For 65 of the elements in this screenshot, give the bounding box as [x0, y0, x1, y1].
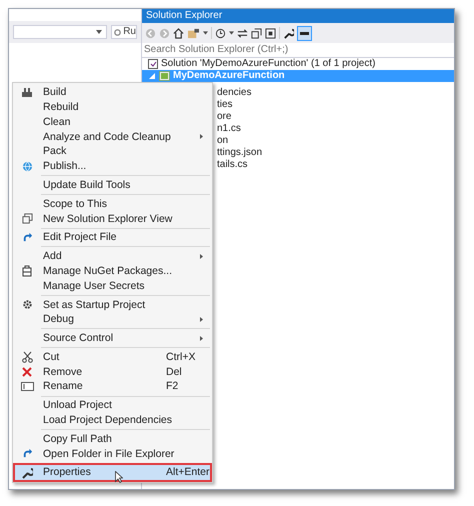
search-field[interactable]: Search Solution Explorer (Ctrl+;)	[142, 43, 454, 58]
rename-icon	[20, 382, 34, 392]
menu-item[interactable]: Update Build Tools	[15, 178, 210, 193]
globe-icon	[22, 160, 32, 172]
menu-item[interactable]: Source Control	[15, 330, 210, 346]
redo-icon	[22, 232, 32, 244]
menu-item[interactable]: Unload Project	[15, 398, 210, 413]
menu-item[interactable]: Manage NuGet Packages...	[15, 264, 210, 279]
tree-item-label: tails.cs	[217, 160, 248, 170]
solution-icon	[148, 59, 158, 69]
menu-item[interactable]: Remove Del	[15, 364, 210, 380]
menu-item[interactable]: Cut Ctrl+X	[15, 350, 210, 365]
search-placeholder: Search Solution Explorer (Ctrl+;)	[144, 45, 288, 55]
menu-item[interactable]: Analyze and Code Cleanup	[15, 129, 210, 144]
windows-icon	[22, 213, 32, 224]
menu-item[interactable]: Rebuild	[15, 100, 210, 115]
shortcut-text: Alt+Enter	[166, 467, 210, 478]
menu-item[interactable]: Properties Alt+Enter	[15, 465, 210, 480]
tree-item-label: Solution 'MyDemoAzureFunction' (1 of 1 project)	[161, 59, 376, 69]
scissors-icon	[22, 351, 32, 364]
menu-item[interactable]: Build	[15, 85, 210, 100]
menu-item[interactable]: Pack	[15, 144, 210, 159]
expander-icon[interactable]	[148, 72, 156, 80]
build-icon	[21, 86, 33, 98]
menu-item[interactable]: Edit Project File	[15, 230, 210, 245]
menu-item[interactable]: Copy Full Path	[15, 432, 210, 447]
preview-button[interactable]	[297, 26, 312, 40]
shortcut-text: F2	[166, 381, 180, 392]
menu-item[interactable]: New Solution Explorer View	[15, 211, 210, 226]
dropdown-field[interactable]	[13, 25, 108, 39]
menu-item[interactable]: Scope to This	[15, 196, 210, 212]
tree-item-label: n1.cs	[217, 124, 241, 134]
tree-item-label: dencies	[217, 88, 252, 98]
files-icon[interactable]	[265, 28, 276, 38]
tree-item-label: ore	[217, 112, 232, 122]
caret-icon	[96, 30, 102, 34]
collapse-icon[interactable]	[251, 28, 262, 38]
tree-item-label: ttings.json	[217, 148, 262, 158]
folder-icon[interactable]	[187, 28, 200, 38]
shortcut-text: Del	[166, 366, 183, 378]
menu-item[interactable]: Manage User Secrets	[15, 278, 210, 294]
home-icon[interactable]	[173, 28, 184, 38]
tree-item-label: ties	[217, 100, 233, 110]
menu-item[interactable]: Publish...	[15, 158, 210, 174]
tree-row[interactable]: Solution 'MyDemoAzureFunction' (1 of 1 project)	[142, 58, 454, 70]
menu-item[interactable]: Set as Startup Project	[15, 297, 210, 312]
tree-item-label: MyDemoAzureFunction	[173, 71, 285, 81]
clock-icon[interactable]	[215, 28, 226, 38]
dash-icon	[300, 32, 309, 34]
close-icon	[22, 366, 32, 377]
redo-icon	[22, 448, 32, 460]
caret-icon[interactable]	[203, 31, 208, 35]
menu-item[interactable]: Open Folder in File Explorer	[15, 446, 210, 462]
caret-icon[interactable]	[229, 31, 234, 35]
menu-item[interactable]: Rename F2	[15, 379, 210, 394]
shortcut-text: Ctrl+X	[166, 352, 196, 362]
menu-item[interactable]: Load Project Dependencies	[15, 412, 210, 428]
sync-icon[interactable]	[237, 28, 248, 38]
panel-title: Solution Explorer	[146, 11, 222, 21]
menu-item[interactable]: Clean	[15, 114, 210, 130]
menu-item[interactable]: Add	[15, 248, 210, 264]
dropdown-text: Ru	[123, 27, 136, 37]
dropdown-field[interactable]: Ru	[111, 25, 137, 39]
package-icon	[22, 265, 32, 278]
menu-item[interactable]: Debug	[15, 312, 210, 327]
